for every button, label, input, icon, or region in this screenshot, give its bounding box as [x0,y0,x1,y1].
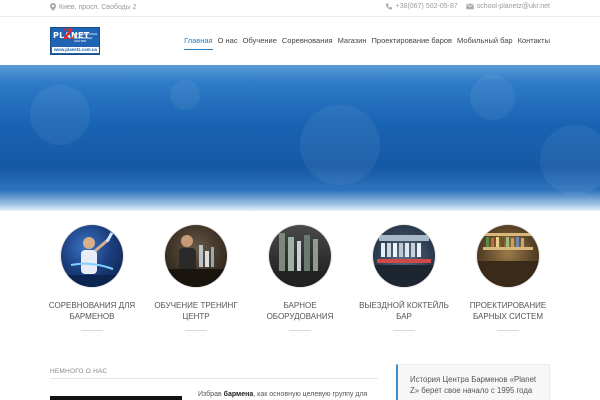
hero-banner [0,65,600,211]
nav-item-shop[interactable]: Магазин [338,36,367,50]
about-section: Немного о нас [50,368,378,379]
logo-subtitle: INTERNATIONAL BARTENDER CENTER [74,32,98,44]
hero-bokeh [170,80,200,110]
about-intro-text: Избрав бармена, как основную целевую гру… [198,391,368,398]
service-divider [497,330,519,331]
service-title[interactable]: Барное оборудования [248,300,352,322]
logo-letter: Z [63,27,74,43]
video-player[interactable] [50,396,182,400]
bartender-photo [61,232,123,287]
service-image[interactable] [373,225,435,287]
map-pin-icon [50,3,56,11]
email-link[interactable]: school-planetz@ukr.net [477,3,550,10]
service-item-competitions[interactable]: Соревнования для барменов [40,225,144,331]
service-item-training[interactable]: Обучение тренинг центр [144,225,248,331]
phone-icon [385,3,392,10]
service-title[interactable]: Соревнования для барменов [40,300,144,322]
email-group: school-planetz@ukr.net [466,3,550,10]
training-photo [165,235,227,287]
bar-design-photo [477,233,539,287]
nav-item-contacts[interactable]: Контакты [518,36,550,50]
service-item-mobile-bar[interactable]: Выездной коктейль бар [352,225,456,331]
service-image[interactable] [165,225,227,287]
service-divider [81,330,103,331]
address: Киев, просп. Свободы 2 [50,3,137,11]
main-nav: Главная О нас Обучение Соревнования Мага… [184,36,550,50]
equipment-photo [269,233,331,287]
service-item-equipment[interactable]: Барное оборудования [248,225,352,331]
envelope-icon [466,3,474,10]
service-title[interactable]: Выездной коктейль бар [352,300,456,322]
service-item-bar-design[interactable]: Проектирование барных систем [456,225,560,331]
header: PLANET Z INTERNATIONAL BARTENDER CENTER … [0,17,600,65]
nav-item-about[interactable]: О нас [218,36,238,50]
mobile-bar-photo [373,235,435,287]
service-image[interactable] [477,225,539,287]
service-title[interactable]: Проектирование барных систем [456,300,560,322]
logo[interactable]: PLANET Z INTERNATIONAL BARTENDER CENTER … [50,27,100,55]
phone-group: +38(067) 502-05-87 [385,3,458,10]
logo-url: www.planetz.com.ua [52,47,99,53]
section-label: Немного о нас [50,368,108,375]
nav-item-training[interactable]: Обучение [243,36,277,50]
services-row: Соревнования для барменов Обучение трени… [0,225,600,335]
history-text: История Центра Барменов «Planet Z» берет… [410,375,537,395]
top-bar: Киев, просп. Свободы 2 +38(067) 502-05-8… [0,0,600,17]
service-image[interactable] [61,225,123,287]
section-rule [50,378,378,379]
nav-item-competitions[interactable]: Соревнования [282,36,333,50]
address-text: Киев, просп. Свободы 2 [59,3,137,11]
service-divider [289,330,311,331]
phone-link[interactable]: +38(067) 502-05-87 [396,3,458,10]
hero-bokeh [300,105,380,185]
service-image[interactable] [269,225,331,287]
hero-bokeh [470,75,515,120]
nav-item-bar-design[interactable]: Проектирование баров [372,36,453,50]
service-divider [393,330,415,331]
contacts: +38(067) 502-05-87 school-planetz@ukr.ne… [385,3,550,10]
service-divider [185,330,207,331]
history-callout: История Центра Барменов «Planet Z» берет… [396,364,550,400]
service-title[interactable]: Обучение тренинг центр [144,300,248,322]
hero-bokeh [540,125,600,195]
nav-item-mobile-bar[interactable]: Мобильный бар [457,36,513,50]
hero-bokeh [30,85,90,145]
nav-item-home[interactable]: Главная [184,36,213,50]
